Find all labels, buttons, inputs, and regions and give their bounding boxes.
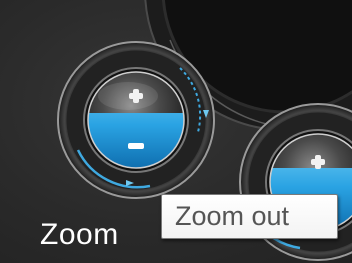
zoom-out-tooltip: Zoom out: [161, 194, 338, 239]
zoom-knob: [57, 41, 215, 199]
minus-icon: [128, 143, 144, 149]
zoom-panel: Zoom Zoom out: [0, 0, 352, 263]
zoom-out-button[interactable]: [124, 134, 148, 158]
zoom-in-button[interactable]: [124, 84, 148, 108]
zoom-label: Zoom: [40, 218, 119, 251]
